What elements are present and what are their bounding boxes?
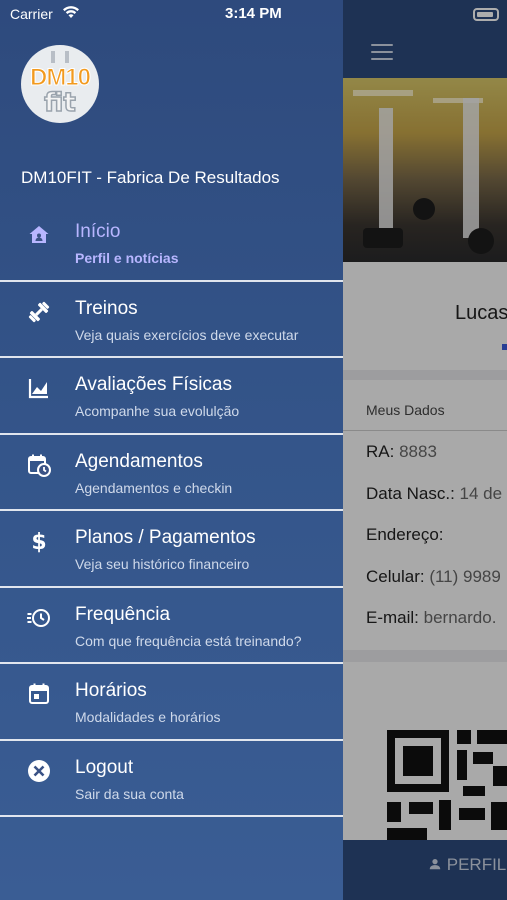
menu-item-subtitle: Sair da sua conta <box>75 785 184 802</box>
menu-item-label: Agendamentos <box>75 450 203 472</box>
calendar-icon <box>27 682 51 706</box>
menu-item-label: Treinos <box>75 297 138 319</box>
logout-icon <box>27 759 51 783</box>
drawer-menu: Início Perfil e notícias Treinos Veja qu… <box>0 205 343 817</box>
navigation-drawer: Carrier 3:14 PM DM10 fit DM10FIT - Fabri… <box>0 0 343 900</box>
menu-item-label: Avaliações Físicas <box>75 374 232 395</box>
menu-item-avaliacoes[interactable]: Avaliações Físicas Acompanhe sua evolulç… <box>0 358 343 435</box>
menu-item-agendamentos[interactable]: Agendamentos Agendamentos e checkin <box>0 435 343 511</box>
menu-item-subtitle: Veja seu histórico financeiro <box>75 556 250 572</box>
svg-text:$: $ <box>31 530 46 553</box>
wifi-icon <box>63 6 79 18</box>
dumbbell-icon <box>27 300 51 324</box>
menu-item-subtitle: Com que frequência está treinando? <box>75 632 302 649</box>
status-bar: Carrier 3:14 PM <box>0 0 343 28</box>
menu-item-label: Frequência <box>75 603 171 625</box>
menu-item-subtitle: Agendamentos e checkin <box>75 479 233 496</box>
calendar-clock-icon <box>27 453 51 477</box>
menu-item-label: Início <box>75 221 121 242</box>
chart-icon <box>27 376 51 400</box>
logo-text-bottom: fit <box>43 87 76 119</box>
gym-name: DM10FIT - Fabrica De Resultados <box>21 168 280 187</box>
menu-item-subtitle: Veja quais exercícios deve executar <box>75 326 299 343</box>
menu-item-label: Horários <box>75 680 147 701</box>
dollar-icon: $ <box>27 529 51 553</box>
status-time: 3:14 PM <box>225 5 282 22</box>
menu-item-horarios[interactable]: Horários Modalidades e horários <box>0 664 343 741</box>
menu-item-subtitle: Acompanhe sua evolulção <box>75 403 240 419</box>
menu-item-subtitle: Modalidades e horários <box>75 709 221 725</box>
menu-item-label: Logout <box>75 756 134 778</box>
menu-item-inicio[interactable]: Início Perfil e notícias <box>0 205 343 282</box>
menu-item-logout[interactable]: Logout Sair da sua conta <box>0 741 343 817</box>
menu-item-treinos[interactable]: Treinos Veja quais exercícios deve execu… <box>0 282 343 358</box>
menu-item-subtitle: Perfil e notícias <box>75 250 179 266</box>
history-icon <box>27 606 51 630</box>
gym-logo: DM10 fit <box>21 45 99 123</box>
menu-item-label: Planos / Pagamentos <box>75 527 256 548</box>
carrier-label: Carrier <box>10 6 53 22</box>
home-icon <box>27 223 51 247</box>
menu-item-planos[interactable]: $ Planos / Pagamentos Veja seu histórico… <box>0 511 343 588</box>
menu-item-frequencia[interactable]: Frequência Com que frequência está trein… <box>0 588 343 664</box>
